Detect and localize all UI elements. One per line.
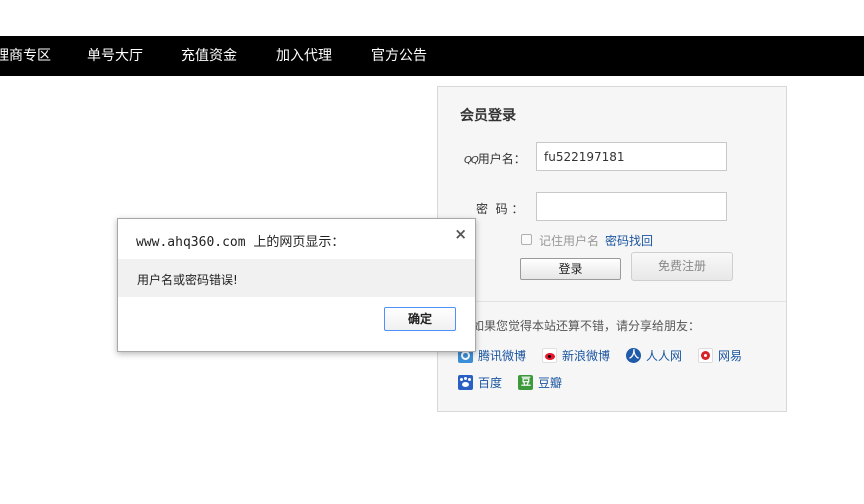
nav-item-agent-zone[interactable]: 理商专区 bbox=[0, 36, 51, 76]
top-nav-bar: 理商专区 单号大厅 充值资金 加入代理 官方公告 bbox=[0, 36, 864, 76]
password-label: 密 码 ： bbox=[476, 202, 524, 216]
share-baidu[interactable]: 百度 bbox=[458, 374, 502, 391]
nav-item-order-hall[interactable]: 单号大厅 bbox=[87, 36, 143, 76]
share-netease[interactable]: 网易 bbox=[698, 347, 742, 364]
find-password-link[interactable]: 密码找回 bbox=[605, 232, 653, 249]
divider bbox=[438, 301, 786, 302]
share-renren[interactable]: 人 人人网 bbox=[626, 347, 682, 364]
dialog-title: www.ahq360.com 上的网页显示： bbox=[136, 235, 345, 250]
register-button[interactable]: 免费注册 bbox=[631, 252, 733, 281]
netease-icon bbox=[698, 348, 713, 363]
renren-icon: 人 bbox=[626, 348, 641, 363]
login-button[interactable]: 登录 bbox=[520, 258, 621, 280]
sina-weibo-icon bbox=[542, 348, 557, 363]
dialog-header: www.ahq360.com 上的网页显示： × bbox=[118, 219, 475, 259]
baidu-paw-icon bbox=[458, 375, 473, 390]
password-input[interactable] bbox=[536, 192, 727, 221]
share-douban[interactable]: 豆 豆瓣 bbox=[518, 374, 562, 391]
ok-button[interactable]: 确定 bbox=[384, 307, 456, 331]
close-icon[interactable]: × bbox=[454, 225, 467, 243]
username-label: QQ用户名： bbox=[464, 152, 526, 166]
nav-item-announcements[interactable]: 官方公告 bbox=[371, 36, 427, 76]
remember-username-checkbox[interactable] bbox=[521, 234, 532, 245]
nav-item-join-agent[interactable]: 加入代理 bbox=[276, 36, 332, 76]
remember-username-label[interactable]: 记住用户名 bbox=[539, 232, 599, 249]
dialog-message: 用户名或密码错误! bbox=[137, 273, 238, 287]
login-title: 会员登录 bbox=[460, 108, 516, 124]
share-sina-weibo[interactable]: 新浪微博 bbox=[542, 347, 610, 364]
douban-icon: 豆 bbox=[518, 375, 533, 390]
dialog-footer: 确定 bbox=[118, 297, 475, 351]
dialog-body: 用户名或密码错误! bbox=[118, 259, 475, 297]
username-input[interactable] bbox=[536, 142, 727, 171]
alert-dialog: www.ahq360.com 上的网页显示： × 用户名或密码错误! 确定 bbox=[117, 218, 476, 352]
nav-item-recharge[interactable]: 充值资金 bbox=[181, 36, 237, 76]
qq-prefix: QQ bbox=[464, 155, 479, 166]
share-prompt: 如果您觉得本站还算不错，请分享给朋友： bbox=[472, 319, 701, 333]
login-panel: 会员登录 QQ用户名： 密 码 ： 记住用户名 密码找回 登录 免费注册 如果您… bbox=[437, 86, 787, 412]
